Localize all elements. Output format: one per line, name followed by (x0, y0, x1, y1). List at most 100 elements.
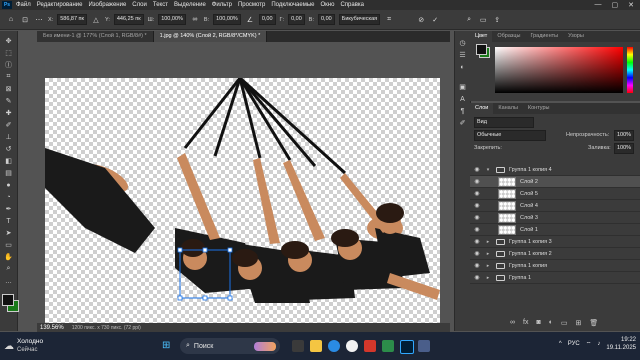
group-expand-icon[interactable]: ▸ (484, 251, 492, 257)
relative-position-icon[interactable]: △ (91, 15, 101, 25)
layer-group-row[interactable]: ◉ ▾ Группа 1 копия 4 (470, 164, 640, 176)
panel-foreground-swatch[interactable] (476, 44, 487, 55)
adjustments-panel-icon[interactable]: ◐ (455, 61, 470, 73)
history-panel-icon[interactable]: ◷ (455, 37, 470, 49)
adjustment-layer-icon[interactable]: ◐ (549, 319, 553, 327)
home-icon[interactable]: ⌂ (6, 15, 16, 25)
layer-group-row[interactable]: ◉ ▸ Группа 1 (470, 272, 640, 284)
opacity-field[interactable]: 100% (614, 130, 635, 141)
new-layer-icon[interactable]: ⊞ (576, 319, 582, 327)
more-tools-icon[interactable]: … (0, 275, 17, 287)
menu-image[interactable]: Изображение (88, 2, 126, 8)
tab-gradients[interactable]: Градиенты (525, 31, 563, 42)
x-field[interactable]: 586,87 пк (57, 14, 87, 25)
layer-filter-kind[interactable]: Вид (474, 117, 534, 128)
visibility-eye-icon[interactable]: ◉ (470, 250, 484, 257)
network-icon[interactable]: ⌔ (586, 340, 592, 348)
edge-icon[interactable] (328, 340, 340, 352)
paragraph-panel-icon[interactable]: ¶ (455, 105, 470, 117)
transform-preset-icon[interactable]: ⊡ (20, 15, 30, 25)
pen-tool-icon[interactable]: ✒ (0, 203, 17, 215)
photoshop-taskbar-icon[interactable] (400, 340, 414, 354)
layer-row[interactable]: ◉ Слой 5 (470, 188, 640, 200)
menu-window[interactable]: Окно (321, 2, 335, 8)
visibility-eye-icon[interactable]: ◉ (470, 166, 484, 173)
history-brush-tool-icon[interactable]: ↺ (0, 143, 17, 155)
group-expand-icon[interactable]: ▾ (484, 167, 492, 173)
link-icon[interactable]: ∞ (190, 15, 200, 25)
maximize-button[interactable]: ▢ (612, 1, 619, 9)
crop-tool-icon[interactable]: ⌗ (0, 71, 17, 83)
brushes-panel-icon[interactable]: ✐ (455, 117, 470, 129)
add-mask-icon[interactable]: ◙ (536, 319, 540, 327)
windows-start-icon[interactable]: ⊞ (162, 341, 172, 351)
link-layers-icon[interactable]: ∞ (510, 319, 515, 327)
zoom-level[interactable]: 139.56% (40, 325, 64, 331)
fill-field[interactable]: 100% (614, 143, 635, 154)
angle-field[interactable]: 0,00 (258, 14, 276, 25)
tab-document-1[interactable]: Без имени-1 @ 177% (Слой 1, RGB/8#) * (37, 31, 154, 42)
search-icon[interactable]: ⌕ (464, 15, 474, 25)
menu-file[interactable]: Файл (16, 2, 31, 8)
taskbar-search[interactable]: ⌕ Поиск (180, 338, 280, 354)
dodge-tool-icon[interactable]: ◔ (0, 191, 17, 203)
interpolation-select[interactable]: Бикубическая (338, 14, 381, 25)
menu-filter[interactable]: Фильтр (212, 2, 232, 8)
cancel-transform-icon[interactable]: ⊘ (416, 15, 426, 25)
menu-select[interactable]: Выделение (174, 2, 206, 8)
layer-group-row[interactable]: ◉ ▸ Группа 1 копия 2 (470, 248, 640, 260)
hskew-field[interactable]: 0,00 (288, 14, 305, 25)
move-tool-icon[interactable]: ✥ (0, 35, 17, 47)
share-icon[interactable]: ⇪ (492, 15, 502, 25)
color-field[interactable] (495, 47, 623, 93)
foreground-color-swatch[interactable] (2, 294, 14, 306)
blur-tool-icon[interactable]: ● (0, 179, 17, 191)
rectangle-tool-icon[interactable]: ▭ (0, 239, 17, 251)
layer-group-row[interactable]: ◉ ▸ Группа 1 копия 3 (470, 236, 640, 248)
layer-filter[interactable]: Вид (474, 117, 534, 128)
zoom-tool-icon[interactable]: ⌕ (0, 263, 17, 275)
layer-row[interactable]: ◉ Слой 3 (470, 212, 640, 224)
height-field[interactable]: 100,00% (213, 14, 241, 25)
visibility-eye-icon[interactable]: ◉ (470, 214, 484, 221)
tab-patterns[interactable]: Узоры (563, 31, 589, 42)
group-expand-icon[interactable]: ▸ (484, 263, 492, 269)
tab-swatches[interactable]: Образцы (492, 31, 525, 42)
chrome-icon[interactable] (346, 340, 358, 352)
workspace-icon[interactable]: ▭ (478, 15, 488, 25)
hue-slider[interactable] (627, 47, 633, 93)
tab-paths[interactable]: Контуры (523, 103, 555, 114)
canvas[interactable] (45, 78, 440, 323)
visibility-eye-icon[interactable]: ◉ (470, 238, 484, 245)
visibility-eye-icon[interactable]: ◉ (470, 226, 484, 233)
menu-edit[interactable]: Редактирование (37, 2, 83, 8)
vskew-field[interactable]: 0,00 (317, 14, 335, 25)
commit-transform-icon[interactable]: ✓ (430, 15, 440, 25)
file-explorer-icon[interactable] (310, 340, 322, 352)
character-panel-icon[interactable]: A (455, 93, 470, 105)
app2-icon[interactable] (418, 340, 430, 352)
minimize-button[interactable]: — (595, 1, 602, 9)
warp-icon[interactable]: ⌗ (384, 15, 394, 25)
tab-layers[interactable]: Слои (470, 103, 494, 114)
app-icon[interactable] (382, 340, 394, 352)
tab-document-2[interactable]: 1.jpg @ 140% (Слой 2, RGB/8*/CMYK) * (153, 31, 268, 42)
close-window-button[interactable]: ✕ (628, 1, 634, 9)
task-view-icon[interactable] (292, 340, 304, 352)
group-expand-icon[interactable]: ▸ (484, 239, 492, 245)
yandex-icon[interactable] (364, 340, 376, 352)
artboard-tool-icon[interactable]: ⬚ (0, 47, 17, 59)
gradient-tool-icon[interactable]: ▤ (0, 167, 17, 179)
clock[interactable]: 19:22 19.11.2025 (606, 336, 636, 352)
weather-widget[interactable]: ☁ Холодно Сейчас (4, 338, 154, 354)
brush-tool-icon[interactable]: ✐ (0, 119, 17, 131)
properties-panel-icon[interactable]: ☰ (455, 49, 470, 61)
path-select-tool-icon[interactable]: ➤ (0, 227, 17, 239)
menu-help[interactable]: Справка (340, 2, 364, 8)
hand-tool-icon[interactable]: ✋ (0, 251, 17, 263)
menu-layers[interactable]: Слои (132, 2, 147, 8)
layer-row[interactable]: ◉ Слой 2 (470, 176, 640, 188)
layer-style-icon[interactable]: fx (523, 319, 528, 327)
visibility-eye-icon[interactable]: ◉ (470, 190, 484, 197)
new-group-icon[interactable]: ▭ (561, 319, 568, 327)
